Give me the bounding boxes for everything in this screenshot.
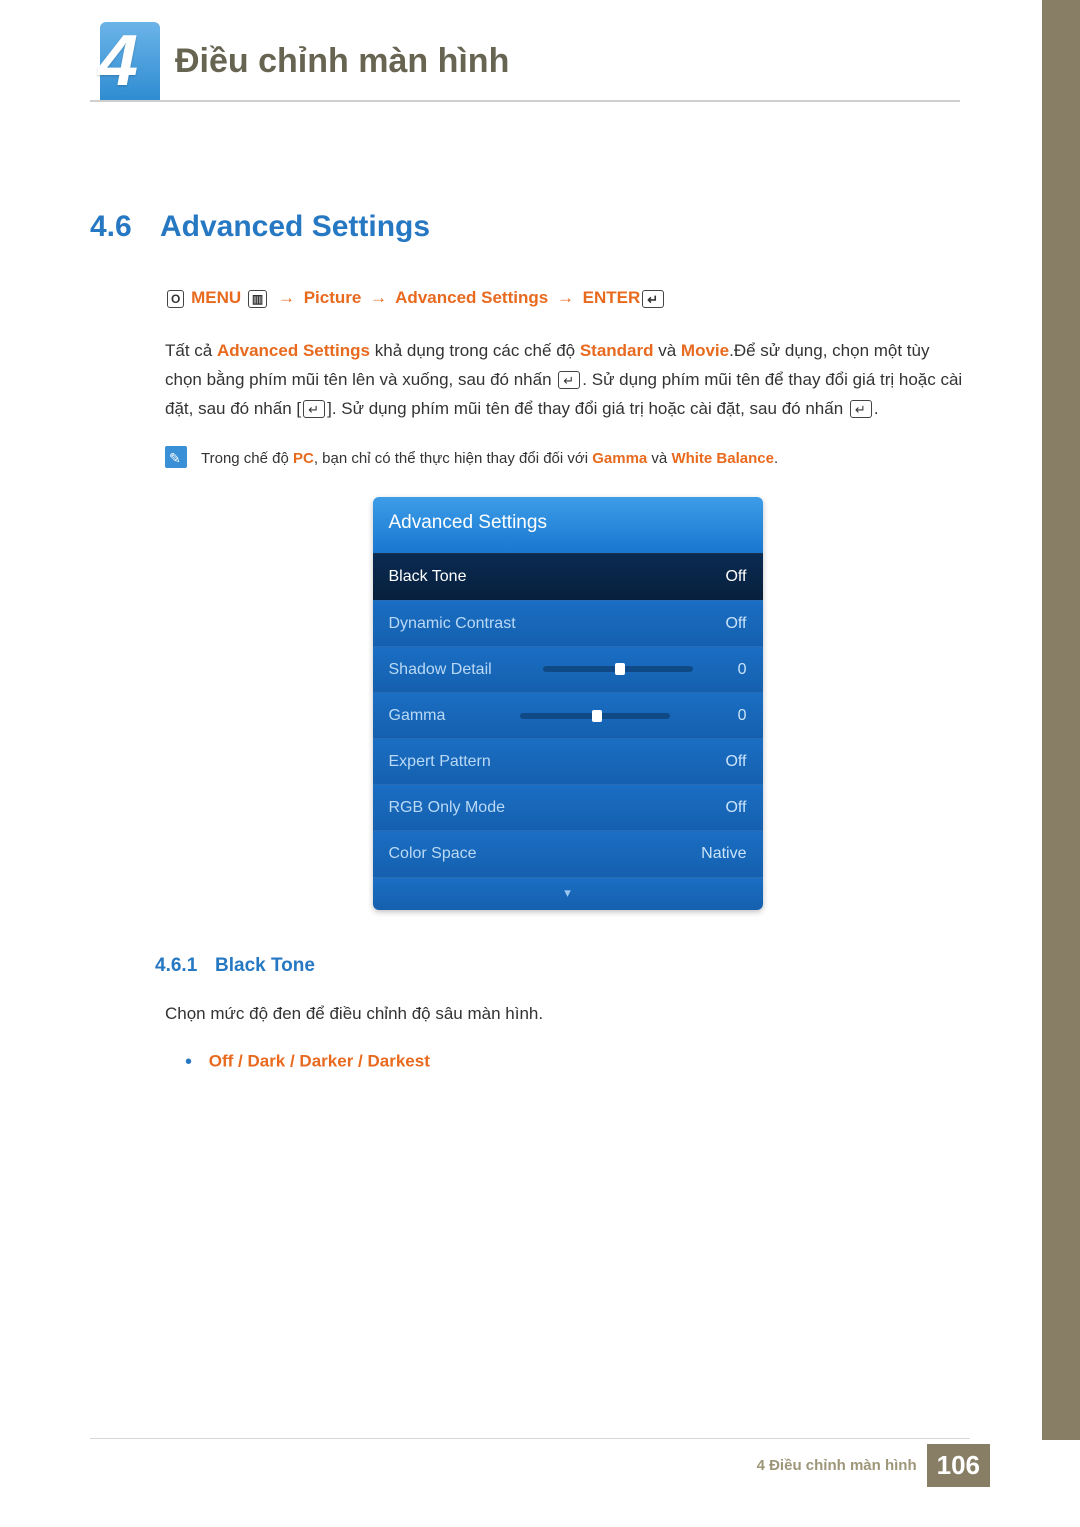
options-list: Off / Dark / Darker / Darkest <box>209 1051 430 1070</box>
section-title: Advanced Settings <box>160 210 430 243</box>
note-pencil-icon <box>165 446 187 468</box>
osd-row[interactable]: Dynamic Contrast Off <box>373 600 763 646</box>
bullet-icon: • <box>185 1051 192 1073</box>
text: ]. Sử dụng phím mũi tên để thay đổi giá … <box>327 399 848 418</box>
slider-thumb-icon[interactable] <box>615 663 625 675</box>
breadcrumb-menu: MENU <box>191 288 241 307</box>
osd-row-label: Expert Pattern <box>389 748 491 775</box>
text: Trong chế độ <box>201 450 293 467</box>
text: , bạn chỉ có thể thực hiện thay đổi đối … <box>314 450 592 467</box>
text: . <box>874 399 879 418</box>
text: và <box>654 341 681 360</box>
breadcrumb-advanced: Advanced Settings <box>395 288 548 307</box>
subsection-title: Black Tone <box>215 955 315 976</box>
enter-icon <box>303 400 325 418</box>
osd-slider[interactable] <box>520 713 670 719</box>
osd-row[interactable]: RGB Only Mode Off <box>373 784 763 830</box>
osd-row-label: Shadow Detail <box>389 656 492 683</box>
arrow-icon: → <box>553 288 578 307</box>
note: Trong chế độ PC, bạn chỉ có thể thực hiệ… <box>165 446 970 472</box>
chapter-title: Điều chỉnh màn hình <box>175 42 509 81</box>
hl-advanced-settings: Advanced Settings <box>217 341 370 360</box>
hl-gamma: Gamma <box>592 450 647 467</box>
osd-row[interactable]: Shadow Detail 0 <box>373 646 763 692</box>
osd-row-label: Color Space <box>389 840 477 867</box>
page-footer: 4 Điều chỉnh màn hình 106 <box>757 1444 990 1487</box>
section-heading: 4.6Advanced Settings <box>90 210 990 244</box>
subsection-number: 4.6.1 <box>155 950 215 982</box>
menu-path: O MENU ▥ → Picture → Advanced Settings →… <box>165 284 970 313</box>
hl-standard: Standard <box>580 341 654 360</box>
osd-row-label: Gamma <box>389 702 446 729</box>
note-text: Trong chế độ PC, bạn chỉ có thể thực hiệ… <box>201 446 778 472</box>
hl-movie: Movie <box>681 341 729 360</box>
chapter-header: 4 Điều chỉnh màn hình <box>90 30 990 120</box>
section-number: 4.6 <box>90 210 160 244</box>
side-stripe <box>1042 0 1080 1440</box>
enter-icon <box>642 290 664 308</box>
breadcrumb-picture: Picture <box>304 288 362 307</box>
osd-row-value: Off <box>725 563 746 590</box>
osd-row-value: Off <box>725 794 746 821</box>
osd-row-value: Native <box>701 840 746 867</box>
text: khả dụng trong các chế độ <box>370 341 580 360</box>
subsection-heading: 4.6.1Black Tone <box>155 950 970 982</box>
slider-thumb-icon[interactable] <box>592 710 602 722</box>
osd-row-label: Black Tone <box>389 563 467 590</box>
osd-slider[interactable] <box>543 666 693 672</box>
chapter-underline <box>90 100 960 102</box>
hl-pc: PC <box>293 450 314 467</box>
osd-row[interactable]: Expert Pattern Off <box>373 738 763 784</box>
osd-row[interactable]: Color Space Native <box>373 830 763 876</box>
footer-rule <box>90 1438 970 1439</box>
osd-row-label: RGB Only Mode <box>389 794 505 821</box>
osd-title: Advanced Settings <box>373 497 763 553</box>
body-paragraph: Tất cả Advanced Settings khả dụng trong … <box>165 337 970 424</box>
text: . <box>774 450 778 467</box>
osd-row-value: 0 <box>738 656 747 683</box>
osd-row[interactable]: Black Tone Off <box>373 553 763 599</box>
osd-row-value: 0 <box>738 702 747 729</box>
osd-row[interactable]: Gamma 0 <box>373 692 763 738</box>
subsection-paragraph: Chọn mức độ đen để điều chỉnh độ sâu màn… <box>165 1000 970 1029</box>
text: Tất cả <box>165 341 217 360</box>
osd-row-value: Off <box>725 610 746 637</box>
enter-icon <box>850 400 872 418</box>
text: và <box>647 450 671 467</box>
options-bullet: • Off / Dark / Darker / Darkest <box>185 1045 970 1079</box>
hand-icon: O <box>167 290 184 308</box>
osd-row-value: Off <box>725 748 746 775</box>
enter-icon <box>558 371 580 389</box>
breadcrumb-enter: ENTER <box>583 288 641 307</box>
chapter-number: 4 <box>98 20 138 102</box>
footer-page-number: 106 <box>927 1444 990 1487</box>
hl-white-balance: White Balance <box>671 450 774 467</box>
osd-row-label: Dynamic Contrast <box>389 610 516 637</box>
arrow-icon: → <box>274 288 299 307</box>
osd-menu: Advanced Settings Black ToneOffDynamic C… <box>373 497 763 910</box>
footer-chapter-text: 4 Điều chỉnh màn hình <box>757 1457 917 1474</box>
osd-footer-arrow[interactable]: ▾ <box>373 877 763 910</box>
arrow-icon: → <box>366 288 391 307</box>
menu-grid-icon: ▥ <box>248 290 267 308</box>
